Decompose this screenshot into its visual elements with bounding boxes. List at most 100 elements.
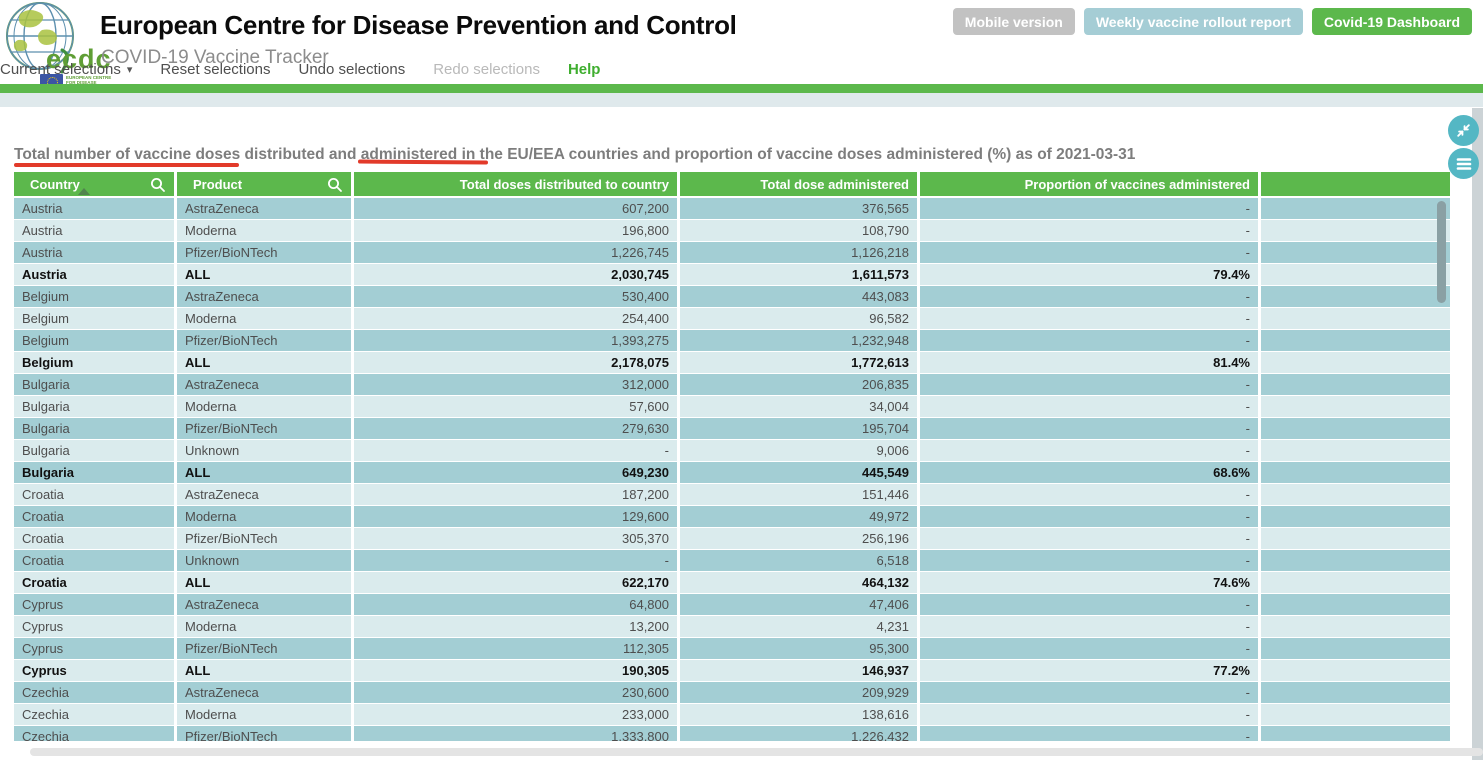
cell-distributed[interactable]: 233,000 bbox=[354, 704, 677, 726]
cell-distributed[interactable]: - bbox=[354, 550, 677, 572]
cell-distributed[interactable]: 57,600 bbox=[354, 396, 677, 418]
menu-redo-selections[interactable]: Redo selections bbox=[433, 61, 540, 78]
cell-administered[interactable]: 256,196 bbox=[680, 528, 917, 550]
column-header-proportion[interactable]: Proportion of vaccines administered bbox=[920, 172, 1258, 198]
cell-product[interactable]: AstraZeneca bbox=[177, 594, 351, 616]
cell-administered[interactable]: 206,835 bbox=[680, 374, 917, 396]
menu-reset-selections[interactable]: Reset selections bbox=[160, 61, 270, 78]
cell-distributed[interactable]: 1,333,800 bbox=[354, 726, 677, 741]
cell-product[interactable]: Pfizer/BioNTech bbox=[177, 726, 351, 741]
cell-country[interactable]: Cyprus bbox=[14, 660, 174, 682]
cell-distributed[interactable]: 622,170 bbox=[354, 572, 677, 594]
cell-product[interactable]: AstraZeneca bbox=[177, 286, 351, 308]
search-icon[interactable] bbox=[150, 177, 166, 193]
cell-country[interactable]: Belgium bbox=[14, 330, 174, 352]
cell-administered[interactable]: 96,582 bbox=[680, 308, 917, 330]
cell-product[interactable]: Moderna bbox=[177, 616, 351, 638]
cell-product[interactable]: Moderna bbox=[177, 506, 351, 528]
cell-distributed[interactable]: 1,393,275 bbox=[354, 330, 677, 352]
table-row[interactable]: BulgariaUnknown-9,006- bbox=[14, 440, 1450, 462]
cell-administered[interactable]: 195,704 bbox=[680, 418, 917, 440]
cell-product[interactable]: Pfizer/BioNTech bbox=[177, 638, 351, 660]
cell-proportion[interactable]: - bbox=[920, 682, 1258, 704]
cell-spacer[interactable] bbox=[1261, 462, 1450, 484]
cell-country[interactable]: Austria bbox=[14, 198, 174, 220]
cell-distributed[interactable]: 64,800 bbox=[354, 594, 677, 616]
cell-spacer[interactable] bbox=[1261, 242, 1450, 264]
cell-country[interactable]: Bulgaria bbox=[14, 418, 174, 440]
cell-administered[interactable]: 49,972 bbox=[680, 506, 917, 528]
cell-spacer[interactable] bbox=[1261, 660, 1450, 682]
cell-distributed[interactable]: 1,226,745 bbox=[354, 242, 677, 264]
cell-country[interactable]: Bulgaria bbox=[14, 440, 174, 462]
cell-product[interactable]: ALL bbox=[177, 660, 351, 682]
cell-distributed[interactable]: 187,200 bbox=[354, 484, 677, 506]
cell-distributed[interactable]: 607,200 bbox=[354, 198, 677, 220]
cell-country[interactable]: Croatia bbox=[14, 572, 174, 594]
cell-administered[interactable]: 1,232,948 bbox=[680, 330, 917, 352]
table-row[interactable]: BulgariaALL649,230445,54968.6% bbox=[14, 462, 1450, 484]
table-row[interactable]: BelgiumALL2,178,0751,772,61381.4% bbox=[14, 352, 1450, 374]
menu-current-selections[interactable]: Current selections ▾ bbox=[0, 61, 132, 78]
cell-country[interactable]: Bulgaria bbox=[14, 396, 174, 418]
cell-administered[interactable]: 9,006 bbox=[680, 440, 917, 462]
cell-country[interactable]: Austria bbox=[14, 220, 174, 242]
table-row[interactable]: CzechiaPfizer/BioNTech1,333,8001,226,432… bbox=[14, 726, 1450, 741]
cell-product[interactable]: Moderna bbox=[177, 704, 351, 726]
column-header-administered[interactable]: Total dose administered bbox=[680, 172, 917, 198]
cell-proportion[interactable]: 81.4% bbox=[920, 352, 1258, 374]
cell-product[interactable]: AstraZeneca bbox=[177, 484, 351, 506]
cell-proportion[interactable]: - bbox=[920, 308, 1258, 330]
cell-distributed[interactable]: 196,800 bbox=[354, 220, 677, 242]
cell-proportion[interactable]: - bbox=[920, 638, 1258, 660]
cell-country[interactable]: Belgium bbox=[14, 308, 174, 330]
cell-spacer[interactable] bbox=[1261, 352, 1450, 374]
cell-product[interactable]: AstraZeneca bbox=[177, 374, 351, 396]
table-row[interactable]: AustriaModerna196,800108,790- bbox=[14, 220, 1450, 242]
cell-distributed[interactable]: 279,630 bbox=[354, 418, 677, 440]
cell-country[interactable]: Austria bbox=[14, 264, 174, 286]
covid19-dashboard-button[interactable]: Covid-19 Dashboard bbox=[1312, 8, 1472, 35]
cell-proportion[interactable]: - bbox=[920, 506, 1258, 528]
sheet-menu-button[interactable] bbox=[1448, 148, 1479, 179]
cell-administered[interactable]: 6,518 bbox=[680, 550, 917, 572]
cell-proportion[interactable]: - bbox=[920, 330, 1258, 352]
column-header-distributed[interactable]: Total doses distributed to country bbox=[354, 172, 677, 198]
menu-undo-selections[interactable]: Undo selections bbox=[298, 61, 405, 78]
cell-administered[interactable]: 146,937 bbox=[680, 660, 917, 682]
table-row[interactable]: AustriaPfizer/BioNTech1,226,7451,126,218… bbox=[14, 242, 1450, 264]
table-row[interactable]: CyprusModerna13,2004,231- bbox=[14, 616, 1450, 638]
cell-proportion[interactable]: 77.2% bbox=[920, 660, 1258, 682]
column-header-country[interactable]: Country bbox=[14, 172, 174, 198]
cell-spacer[interactable] bbox=[1261, 682, 1450, 704]
cell-proportion[interactable]: 74.6% bbox=[920, 572, 1258, 594]
cell-distributed[interactable]: 2,030,745 bbox=[354, 264, 677, 286]
cell-administered[interactable]: 1,611,573 bbox=[680, 264, 917, 286]
cell-spacer[interactable] bbox=[1261, 396, 1450, 418]
cell-proportion[interactable]: - bbox=[920, 396, 1258, 418]
cell-spacer[interactable] bbox=[1261, 484, 1450, 506]
cell-distributed[interactable]: 649,230 bbox=[354, 462, 677, 484]
cell-distributed[interactable]: 312,000 bbox=[354, 374, 677, 396]
column-header-product[interactable]: Product bbox=[177, 172, 351, 198]
horizontal-scrollbar[interactable] bbox=[30, 748, 1483, 756]
cell-proportion[interactable]: - bbox=[920, 704, 1258, 726]
cell-distributed[interactable]: 2,178,075 bbox=[354, 352, 677, 374]
table-row[interactable]: BulgariaAstraZeneca312,000206,835- bbox=[14, 374, 1450, 396]
cell-administered[interactable]: 151,446 bbox=[680, 484, 917, 506]
cell-product[interactable]: Moderna bbox=[177, 396, 351, 418]
cell-distributed[interactable]: 230,600 bbox=[354, 682, 677, 704]
cell-spacer[interactable] bbox=[1261, 418, 1450, 440]
table-row[interactable]: CzechiaModerna233,000138,616- bbox=[14, 704, 1450, 726]
cell-distributed[interactable]: 129,600 bbox=[354, 506, 677, 528]
cell-administered[interactable]: 34,004 bbox=[680, 396, 917, 418]
cell-proportion[interactable]: - bbox=[920, 440, 1258, 462]
cell-country[interactable]: Czechia bbox=[14, 704, 174, 726]
cell-proportion[interactable]: - bbox=[920, 286, 1258, 308]
cell-product[interactable]: Moderna bbox=[177, 308, 351, 330]
cell-spacer[interactable] bbox=[1261, 440, 1450, 462]
table-row[interactable]: BelgiumModerna254,40096,582- bbox=[14, 308, 1450, 330]
cell-proportion[interactable]: - bbox=[920, 242, 1258, 264]
cell-country[interactable]: Croatia bbox=[14, 506, 174, 528]
table-row[interactable]: CroatiaUnknown-6,518- bbox=[14, 550, 1450, 572]
